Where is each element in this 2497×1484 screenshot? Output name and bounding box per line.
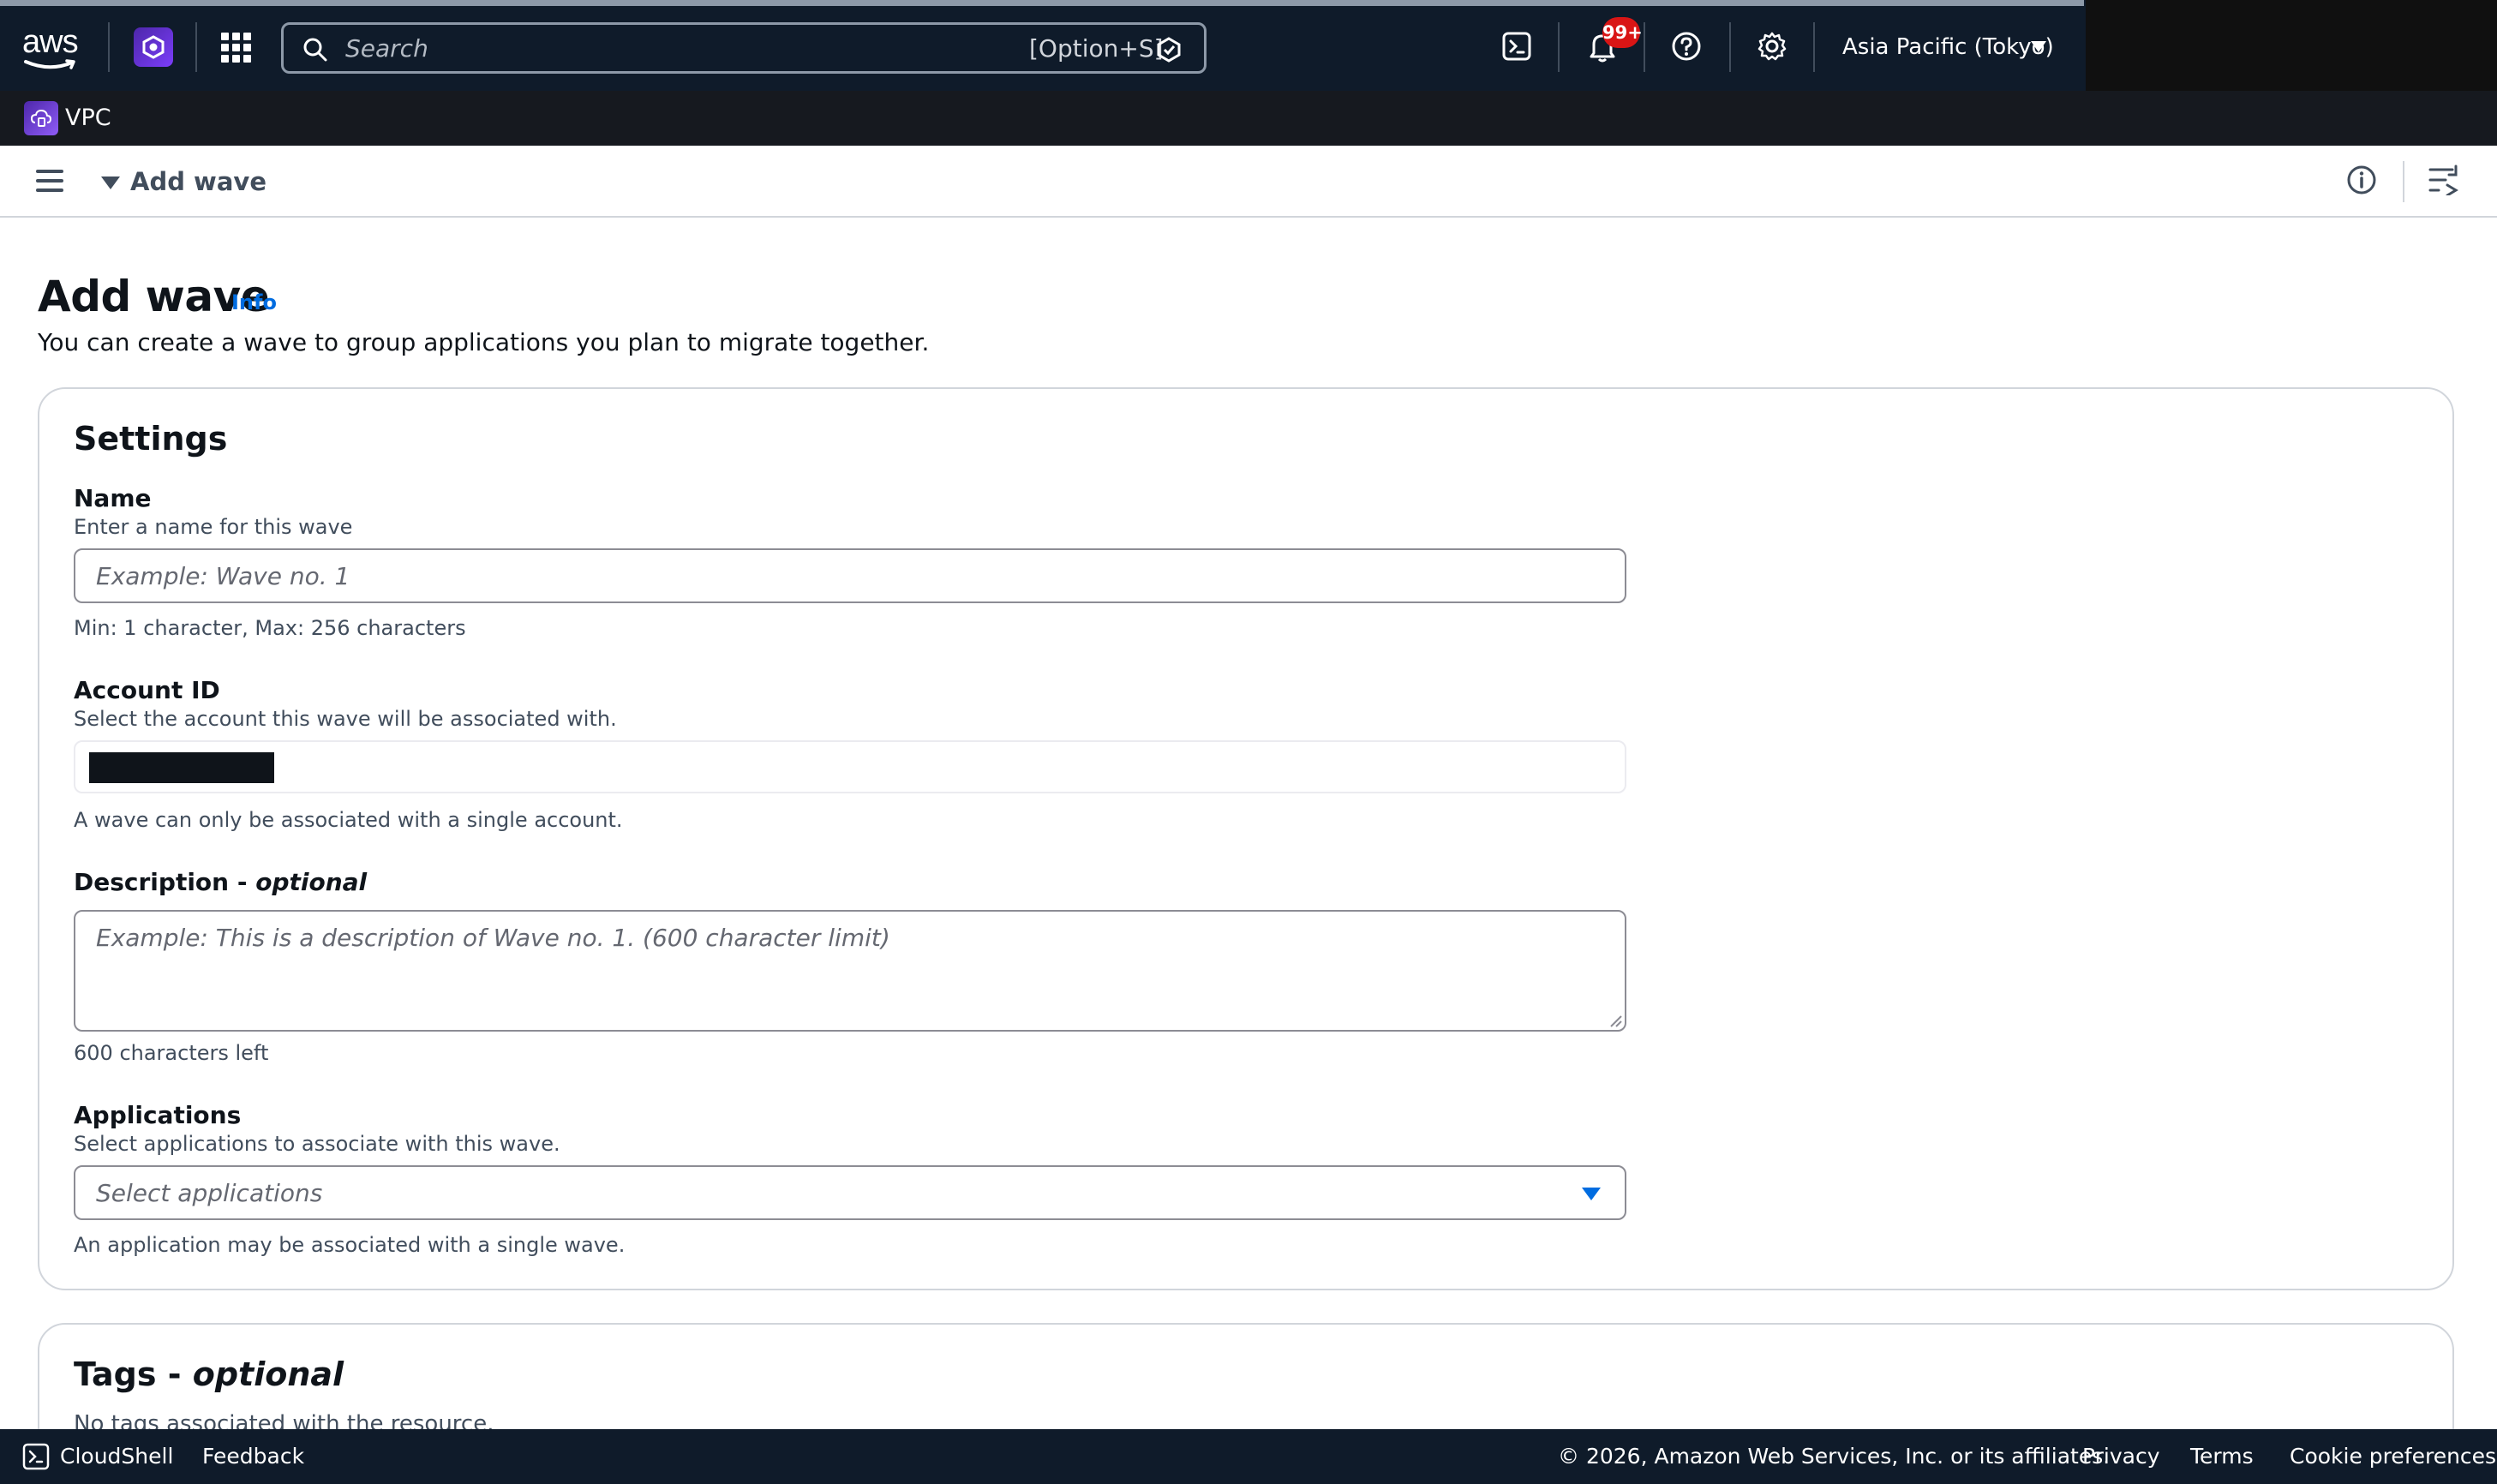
breadcrumb-divider — [2403, 161, 2404, 202]
service-name[interactable]: VPC — [65, 105, 111, 132]
caret-down-icon[interactable] — [1582, 1188, 1601, 1200]
name-constraint: Min: 1 character, Max: 256 characters — [74, 616, 466, 640]
footer-privacy-link[interactable]: Privacy — [2082, 1443, 2160, 1470]
applications-select[interactable]: Select applications — [74, 1165, 1626, 1220]
nav-divider — [195, 22, 197, 72]
name-hint: Enter a name for this wave — [74, 515, 353, 539]
breadcrumb[interactable]: Add wave — [130, 166, 266, 197]
description-counter: 600 characters left — [74, 1041, 269, 1065]
hamburger-icon[interactable] — [36, 170, 63, 192]
gear-icon[interactable] — [1757, 31, 1787, 62]
account-id-redacted-value — [89, 752, 274, 783]
topnav-right-area — [2086, 0, 2497, 91]
service-bar: VPC — [0, 91, 2497, 146]
top-navigation: aws Search [Option+S] 99+ Asia Pacific (… — [0, 0, 2497, 91]
account-id-label: Account ID — [74, 676, 220, 704]
search-input[interactable]: Search [Option+S] — [281, 22, 1207, 74]
footer-copyright: © 2026, Amazon Web Services, Inc. or its… — [1558, 1444, 2111, 1469]
footer-feedback-link[interactable]: Feedback — [202, 1443, 304, 1470]
nav-divider — [1813, 22, 1815, 72]
notification-badge[interactable]: 99+ — [1602, 17, 1643, 48]
aws-logo[interactable]: aws — [22, 26, 82, 70]
footer-terms-link[interactable]: Terms — [2190, 1443, 2254, 1470]
tags-optional: optional — [192, 1355, 344, 1393]
resize-grip-icon[interactable] — [1606, 1011, 1623, 1028]
footer-cookie-link[interactable]: Cookie preferences — [2290, 1443, 2496, 1470]
footer-cloudshell-link[interactable]: CloudShell — [60, 1443, 173, 1470]
breadcrumb-bar: Add wave — [0, 146, 2497, 218]
search-icon — [303, 38, 327, 62]
description-label-text: Description - — [74, 868, 256, 896]
nav-divider — [1729, 22, 1731, 72]
tags-title-text: Tags - — [74, 1355, 193, 1393]
apps-grid-icon[interactable] — [221, 33, 252, 63]
name-label: Name — [74, 484, 152, 512]
account-id-field — [74, 740, 1626, 793]
breadcrumb-caret-icon[interactable] — [101, 177, 120, 189]
region-selector[interactable]: Asia Pacific (Tokyo) — [1842, 33, 2054, 62]
cloudshell-icon[interactable] — [1501, 31, 1532, 62]
account-id-hint: Select the account this wave will be ass… — [74, 707, 617, 731]
tags-title: Tags - optional — [74, 1354, 344, 1395]
cloudshell-icon[interactable] — [22, 1443, 50, 1470]
topnav-progress-line — [0, 0, 2084, 6]
settings-card: Settings Name Enter a name for this wave… — [38, 387, 2454, 1290]
caret-down-icon[interactable] — [2031, 41, 2046, 52]
applications-hint: Select applications to associate with th… — [74, 1132, 560, 1156]
footer: CloudShell Feedback © 2026, Amazon Web S… — [0, 1429, 2497, 1484]
description-placeholder: Example: This is a description of Wave n… — [96, 924, 890, 952]
main-content: Add wave Info You can create a wave to g… — [0, 218, 2497, 1484]
nav-divider — [108, 22, 110, 72]
info-link[interactable]: Info — [231, 290, 277, 315]
applications-placeholder: Select applications — [96, 1179, 323, 1207]
description-textarea[interactable]: Example: This is a description of Wave n… — [74, 910, 1626, 1032]
name-field[interactable]: Example: Wave no. 1 — [74, 548, 1626, 603]
applications-label: Applications — [74, 1101, 242, 1129]
settings-title: Settings — [74, 420, 228, 458]
name-placeholder: Example: Wave no. 1 — [96, 562, 350, 590]
applications-constraint: An application may be associated with a … — [74, 1233, 626, 1257]
description-optional: optional — [255, 868, 368, 896]
help-icon[interactable] — [1671, 31, 1702, 62]
page-description: You can create a wave to group applicati… — [38, 328, 930, 356]
nav-divider — [1558, 22, 1560, 72]
split-panel-icon[interactable] — [2427, 165, 2461, 195]
q-icon[interactable] — [1156, 37, 1182, 63]
vpc-service-icon[interactable] — [24, 101, 58, 135]
search-placeholder: Search — [345, 34, 428, 63]
info-icon[interactable] — [2346, 165, 2377, 195]
account-id-constraint: A wave can only be associated with a sin… — [74, 808, 623, 832]
aws-smile-icon — [24, 59, 75, 69]
search-shortcut: [Option+S] — [1029, 34, 1164, 63]
aws-logo-text: aws — [22, 24, 79, 60]
nav-divider — [1644, 22, 1645, 72]
service-cube-icon[interactable] — [134, 27, 173, 67]
description-label: Description - optional — [74, 867, 367, 898]
